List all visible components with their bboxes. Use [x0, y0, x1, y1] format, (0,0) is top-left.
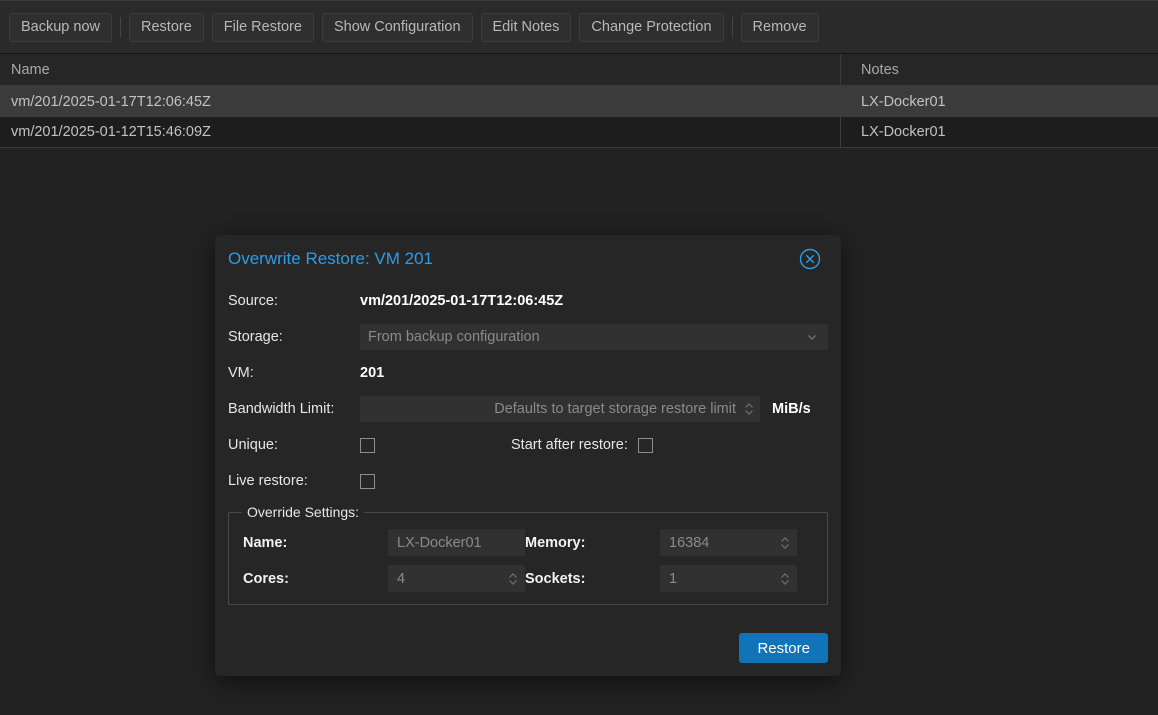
column-header-notes[interactable]: Notes	[840, 54, 1158, 85]
override-settings-legend: Override Settings:	[242, 504, 365, 520]
override-cores-input[interactable]: 4	[388, 565, 525, 592]
override-memory-input[interactable]: 16384	[660, 529, 797, 556]
spinner-icon[interactable]	[506, 569, 520, 589]
row-name-label: vm/201/2025-01-17T12:06:45Z	[11, 93, 211, 110]
remove-label: Remove	[752, 18, 807, 35]
bandwidth-limit-placeholder: Defaults to target storage restore limit	[494, 401, 736, 417]
backup-now-button[interactable]: Backup now	[9, 12, 112, 42]
override-sockets-placeholder: 1	[669, 570, 678, 587]
toolbar-separator	[120, 17, 121, 37]
dialog-title: Overwrite Restore: VM 201	[228, 249, 434, 268]
bandwidth-row: Bandwidth Limit: Defaults to target stor…	[228, 391, 828, 427]
backup-now-label: Backup now	[21, 18, 100, 35]
restore-submit-button[interactable]: Restore	[739, 633, 828, 663]
chevron-down-icon	[806, 331, 818, 343]
file-restore-label: File Restore	[223, 18, 302, 35]
storage-select-placeholder: From backup configuration	[368, 329, 540, 345]
spinner-icon[interactable]	[742, 399, 756, 419]
override-settings-fieldset: Override Settings: Name: LX-Docker01 Mem…	[228, 504, 828, 605]
start-after-restore-checkbox[interactable]	[637, 437, 653, 453]
unique-label: Unique:	[228, 437, 278, 453]
storage-row: Storage: From backup configuration	[228, 319, 828, 355]
bandwidth-limit-label: Bandwidth Limit:	[228, 401, 335, 417]
cell-notes: LX-Docker01	[840, 86, 1158, 117]
source-row: Source: vm/201/2025-01-17T12:06:45Z	[228, 283, 828, 319]
bandwidth-limit-input[interactable]: Defaults to target storage restore limit	[360, 396, 760, 422]
source-value: vm/201/2025-01-17T12:06:45Z	[360, 293, 564, 309]
cell-name: vm/201/2025-01-17T12:06:45Z	[0, 93, 840, 111]
override-name-placeholder: LX-Docker01	[397, 534, 482, 551]
override-cores-label: Cores:	[243, 570, 289, 587]
file-restore-button[interactable]: File Restore	[211, 12, 314, 42]
dialog-header: Overwrite Restore: VM 201	[215, 235, 841, 283]
override-memory-placeholder: 16384	[669, 534, 710, 551]
action-toolbar: Backup now Restore File Restore Show Con…	[0, 1, 1158, 54]
source-label: Source:	[228, 293, 278, 309]
override-name-label: Name:	[243, 534, 288, 551]
table-header-row: Name Notes	[0, 54, 1158, 86]
unique-checkbox[interactable]	[360, 437, 375, 453]
cell-name: vm/201/2025-01-12T15:46:09Z	[0, 123, 840, 141]
override-sockets-input[interactable]: 1	[660, 565, 797, 592]
override-memory-label: Memory:	[525, 534, 586, 551]
show-configuration-label: Show Configuration	[333, 18, 461, 35]
edit-notes-button[interactable]: Edit Notes	[480, 12, 572, 42]
override-cores-placeholder: 4	[397, 570, 406, 587]
cell-notes: LX-Docker01	[840, 117, 1158, 147]
restore-label: Restore	[141, 18, 192, 35]
storage-label: Storage:	[228, 329, 283, 345]
vm-row: VM: 201	[228, 355, 828, 391]
column-header-name-label: Name	[11, 61, 50, 78]
change-protection-label: Change Protection	[591, 18, 712, 35]
edit-notes-label: Edit Notes	[492, 18, 560, 35]
close-icon[interactable]	[799, 248, 821, 270]
column-header-name[interactable]: Name	[0, 61, 840, 79]
vm-label: VM:	[228, 365, 254, 381]
start-after-restore-label: Start after restore:	[511, 437, 628, 453]
live-restore-row: Live restore:	[228, 463, 828, 499]
spinner-icon[interactable]	[778, 569, 792, 589]
live-restore-label: Live restore:	[228, 473, 308, 489]
column-header-notes-label: Notes	[861, 61, 899, 78]
override-settings-grid: Name: LX-Docker01 Memory: 16384 Cores: 4…	[243, 529, 813, 592]
toolbar-separator-2	[731, 17, 733, 37]
vm-value: 201	[360, 365, 385, 381]
table-row[interactable]: vm/201/2025-01-12T15:46:09Z LX-Docker01	[0, 117, 1158, 148]
show-configuration-button[interactable]: Show Configuration	[321, 12, 473, 42]
restore-button[interactable]: Restore	[129, 12, 204, 42]
storage-select[interactable]: From backup configuration	[360, 324, 828, 350]
dialog-footer: Restore	[739, 633, 828, 663]
change-protection-button[interactable]: Change Protection	[579, 12, 724, 42]
overwrite-restore-dialog: Overwrite Restore: VM 201 Source: vm/201…	[215, 235, 841, 676]
override-sockets-label: Sockets:	[525, 570, 586, 587]
remove-button[interactable]: Remove	[740, 12, 819, 42]
override-name-input[interactable]: LX-Docker01	[388, 529, 525, 556]
snapshots-table: Name Notes vm/201/2025-01-17T12:06:45Z L…	[0, 54, 1158, 148]
live-restore-checkbox[interactable]	[360, 473, 375, 489]
bandwidth-unit-label: MiB/s	[772, 401, 811, 417]
dialog-body: Source: vm/201/2025-01-17T12:06:45Z Stor…	[215, 283, 841, 605]
row-notes-label: LX-Docker01	[861, 93, 946, 110]
spinner-icon[interactable]	[778, 533, 792, 553]
row-name-label: vm/201/2025-01-12T15:46:09Z	[11, 124, 211, 140]
row-notes-label: LX-Docker01	[861, 124, 946, 140]
table-row[interactable]: vm/201/2025-01-17T12:06:45Z LX-Docker01	[0, 86, 1158, 117]
unique-row: Unique: Start after restore:	[228, 427, 828, 463]
